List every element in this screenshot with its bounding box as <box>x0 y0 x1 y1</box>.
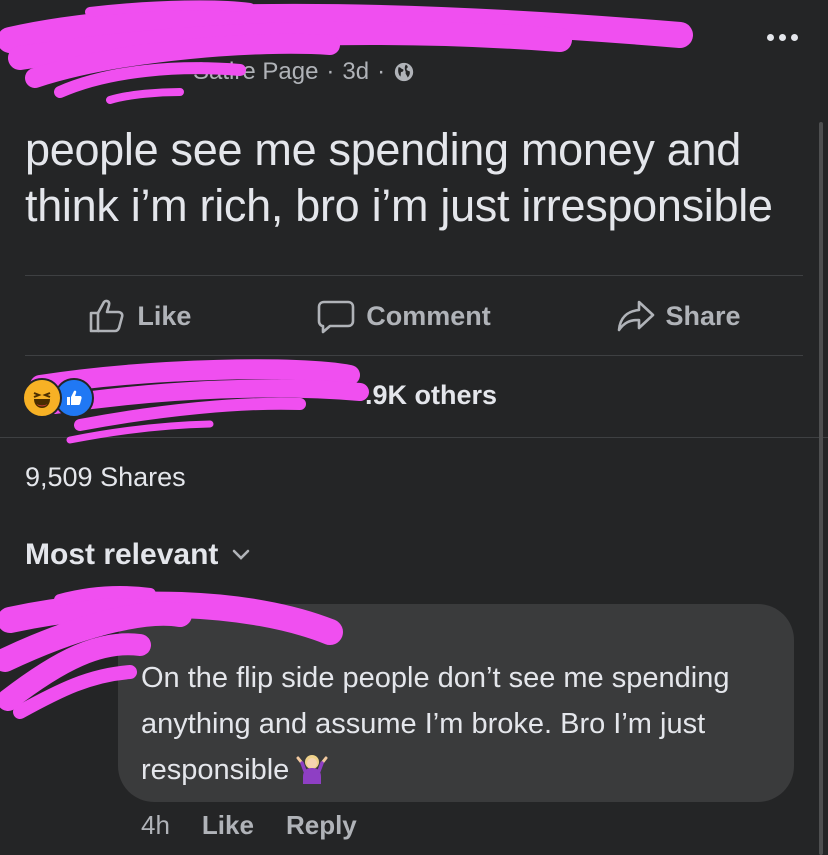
speech-bubble-icon <box>317 300 355 334</box>
page-name[interactable]: Satire Page <box>193 58 318 86</box>
reaction-count[interactable]: .9K others <box>365 380 497 411</box>
reaction-icons[interactable] <box>22 378 94 418</box>
share-count[interactable]: 9,509 Shares <box>25 462 186 493</box>
divider <box>0 437 828 438</box>
post-time[interactable]: 3d <box>342 58 369 86</box>
thumbs-up-icon <box>90 299 124 333</box>
more-dots-icon[interactable] <box>767 34 798 41</box>
laughing-emoji-icon <box>22 378 62 418</box>
separator-dot: · <box>377 58 386 85</box>
comment-text: On the flip side people don’t see me spe… <box>141 655 781 799</box>
comment-sort-dropdown[interactable]: Most relevant <box>25 538 250 572</box>
globe-icon <box>394 62 414 82</box>
share-label: Share <box>665 300 741 331</box>
comment-like-button[interactable]: Like <box>202 810 254 841</box>
like-label: Like <box>137 300 192 331</box>
like-button[interactable]: Like <box>87 298 191 334</box>
comment-label: Comment <box>366 300 491 331</box>
person-shrugging-emoji-icon <box>295 751 329 799</box>
post-meta: Satire Page · 3d · <box>193 58 415 86</box>
post-text: people see me spending money and think i… <box>25 124 773 231</box>
comment-time[interactable]: 4h <box>141 810 170 841</box>
scrollbar[interactable] <box>819 122 823 855</box>
comment-actions: 4h Like Reply <box>141 810 357 841</box>
chevron-down-icon <box>233 549 250 560</box>
comment-reply-button[interactable]: Reply <box>286 810 357 841</box>
post-actions: Like Comment Share <box>25 276 803 356</box>
share-button[interactable]: Share <box>616 298 741 334</box>
sort-label: Most relevant <box>25 538 219 571</box>
comment-button[interactable]: Comment <box>316 298 491 334</box>
separator-dot: · <box>326 58 335 85</box>
divider <box>25 355 803 356</box>
comment-body: On the flip side people don’t see me spe… <box>141 662 730 786</box>
share-arrow-icon <box>617 300 654 332</box>
